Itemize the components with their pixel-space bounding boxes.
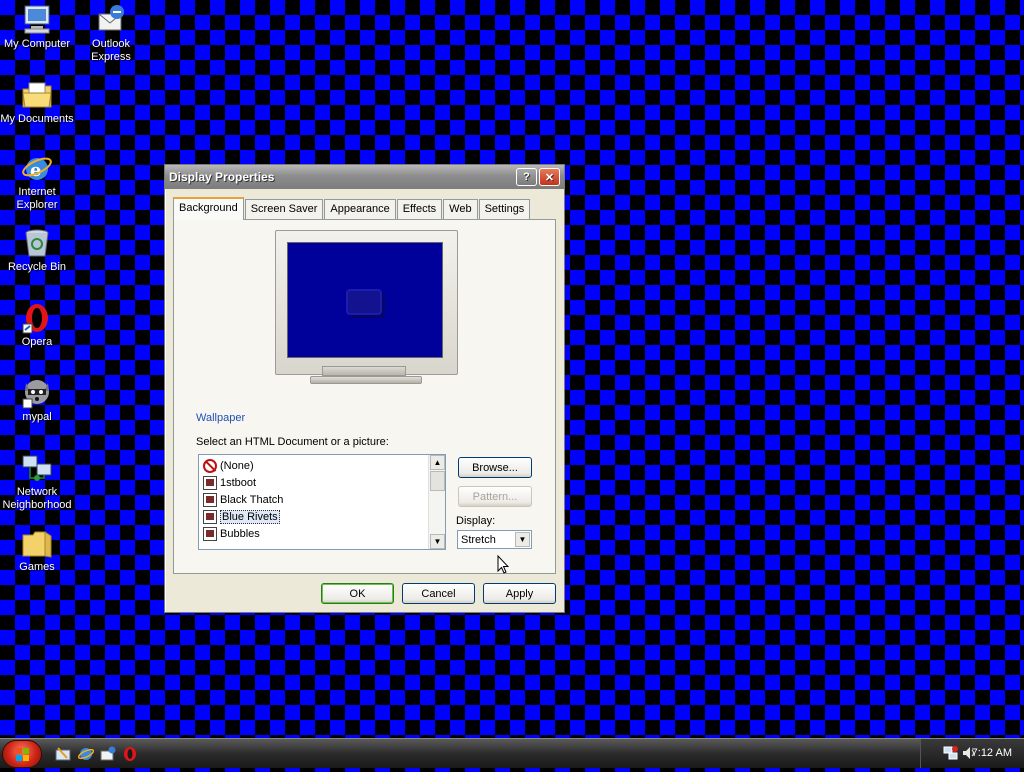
desktop-icon-my-computer[interactable]: My Computer: [0, 4, 74, 51]
desktop-icon-internet-explorer[interactable]: e Internet Explorer: [0, 152, 74, 212]
wallpaper-listbox[interactable]: (None) 1stboot Black Thatch Blue Rivets …: [198, 454, 446, 550]
outlook-express-icon: [95, 4, 127, 36]
tab-web[interactable]: Web: [443, 199, 478, 219]
taskbar: 7:12 AM: [0, 738, 1024, 768]
folder-icon: [21, 527, 53, 559]
listbox-scrollbar[interactable]: ▲ ▼: [428, 455, 445, 549]
close-icon: ✕: [544, 171, 555, 184]
monitor-stand-base: [310, 376, 422, 384]
cancel-button[interactable]: Cancel: [402, 583, 475, 604]
list-item-1stboot[interactable]: 1stboot: [201, 474, 428, 491]
browse-button[interactable]: Browse...: [458, 457, 532, 478]
network-tray-icon[interactable]: [943, 745, 959, 761]
tab-background[interactable]: Background: [173, 197, 244, 220]
recycle-bin-icon: [21, 227, 53, 259]
desktop-icon-label: My Computer: [3, 38, 71, 50]
help-button[interactable]: ?: [516, 168, 537, 186]
desktop-icon-label: My Documents: [0, 113, 74, 125]
display-mode-value: Stretch: [461, 533, 496, 546]
preview-logo-icon: [346, 289, 382, 315]
start-button[interactable]: [2, 740, 42, 768]
desktop-icon-recycle-bin[interactable]: Recycle Bin: [0, 227, 74, 274]
background-tab-panel: Wallpaper Select an HTML Document or a p…: [173, 219, 556, 574]
display-mode-label: Display:: [456, 515, 496, 527]
desktop-icon-games[interactable]: Games: [0, 527, 74, 574]
desktop-icon-label: Opera: [21, 336, 53, 348]
list-item-label: Blue Rivets: [220, 509, 280, 524]
list-item-none[interactable]: (None): [201, 457, 428, 474]
windows-logo-icon: [16, 748, 29, 761]
monitor-preview: [275, 230, 458, 375]
taskbar-clock[interactable]: 7:12 AM: [972, 747, 1012, 759]
list-item-label: Bubbles: [220, 527, 260, 540]
opera-quicklaunch-icon[interactable]: [122, 746, 138, 762]
list-item-label: Black Thatch: [220, 493, 284, 506]
picture-file-icon: [203, 526, 217, 541]
close-button[interactable]: ✕: [539, 168, 560, 186]
computer-icon: [21, 4, 53, 36]
list-item-black-thatch[interactable]: Black Thatch: [201, 491, 428, 508]
wallpaper-group-label: Wallpaper: [196, 412, 246, 424]
show-desktop-icon[interactable]: [55, 746, 71, 762]
display-mode-select[interactable]: Stretch ▼: [457, 530, 532, 549]
arrow-down-icon: ▼: [433, 537, 442, 546]
list-item-bubbles[interactable]: Bubbles: [201, 525, 428, 542]
monitor-stand-neck: [322, 366, 406, 376]
mouse-pointer-icon: [497, 555, 509, 574]
internet-explorer-icon: e: [21, 152, 53, 184]
desktop-icon-mypal[interactable]: mypal: [0, 377, 74, 424]
documents-folder-icon: [21, 79, 53, 111]
scroll-thumb[interactable]: [430, 471, 445, 491]
dialog-titlebar[interactable]: Display Properties ? ✕: [165, 165, 564, 189]
select-picture-label: Select an HTML Document or a picture:: [196, 436, 389, 448]
tab-screen-saver[interactable]: Screen Saver: [244, 199, 324, 219]
desktop-icon-label: Games: [19, 561, 55, 573]
desktop-icon-label: Internet Explorer: [16, 186, 58, 211]
internet-explorer-quicklaunch-icon[interactable]: [78, 746, 94, 762]
dialog-title: Display Properties: [169, 170, 275, 184]
mypal-raccoon-icon: [21, 377, 53, 409]
no-entry-icon: [203, 458, 217, 473]
display-properties-dialog: Display Properties ? ✕ Background Screen…: [164, 164, 565, 613]
picture-file-icon: [203, 475, 217, 490]
tab-effects[interactable]: Effects: [396, 199, 443, 219]
desktop-icon-opera[interactable]: Opera: [0, 302, 74, 349]
preview-screen: [287, 242, 443, 358]
outlook-express-quicklaunch-icon[interactable]: [100, 746, 116, 762]
system-tray: 7:12 AM: [920, 739, 1024, 768]
network-computers-icon: [21, 452, 53, 484]
dropdown-arrow-glyph: ▼: [518, 535, 527, 544]
picture-file-icon: [203, 492, 217, 507]
scroll-down-button[interactable]: ▼: [430, 534, 445, 549]
ok-button[interactable]: OK: [321, 583, 394, 604]
tab-settings[interactable]: Settings: [478, 199, 531, 219]
tab-strip: Background Screen Saver Appearance Effec…: [173, 197, 531, 220]
scroll-up-button[interactable]: ▲: [430, 455, 445, 470]
list-item-label: (None): [220, 459, 254, 472]
arrow-up-icon: ▲: [433, 458, 442, 467]
desktop-icon-outlook-express[interactable]: Outlook Express: [74, 4, 148, 64]
desktop-icon-my-documents[interactable]: My Documents: [0, 79, 74, 126]
help-icon: ?: [523, 171, 530, 183]
chevron-down-icon[interactable]: ▼: [515, 532, 530, 547]
pattern-button[interactable]: Pattern...: [458, 486, 532, 507]
tab-appearance[interactable]: Appearance: [324, 199, 396, 219]
opera-icon: [21, 302, 53, 334]
desktop-icon-label: Outlook Express: [91, 38, 131, 63]
desktop-icon-label: Recycle Bin: [7, 261, 67, 273]
desktop-icon-label: Network Neighborhood: [2, 486, 72, 511]
list-item-blue-rivets[interactable]: Blue Rivets: [201, 508, 428, 525]
desktop-icon-label: mypal: [22, 411, 52, 423]
list-item-label: 1stboot: [220, 476, 257, 489]
desktop-icon-network-neighborhood[interactable]: Network Neighborhood: [0, 452, 74, 512]
picture-file-icon: [203, 509, 217, 524]
apply-button[interactable]: Apply: [483, 583, 556, 604]
